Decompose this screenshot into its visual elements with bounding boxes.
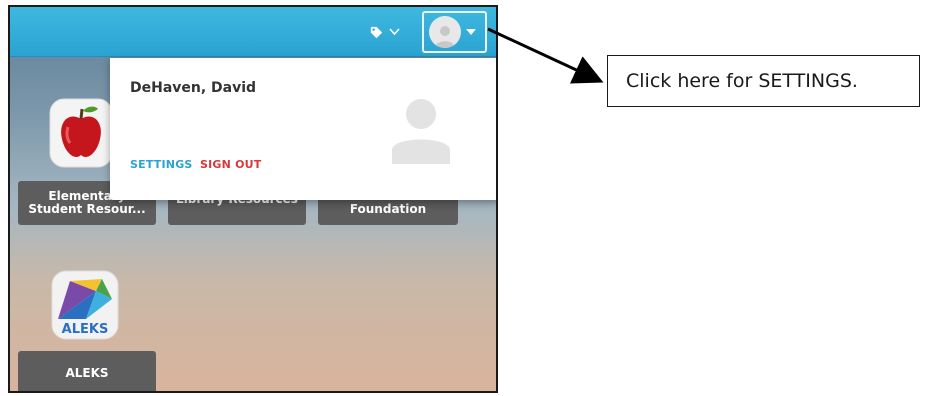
account-dropdown: DeHaven, David SETTINGS SIGN OUT xyxy=(110,58,496,200)
apple-app-icon[interactable] xyxy=(48,97,114,169)
user-avatar-icon xyxy=(429,16,461,48)
callout-box: Click here for SETTINGS. xyxy=(607,55,920,107)
settings-link[interactable]: SETTINGS xyxy=(130,158,193,171)
sign-out-link[interactable]: SIGN OUT xyxy=(200,158,261,171)
aleks-logo-text: ALEKS xyxy=(62,322,109,337)
caret-down-icon xyxy=(466,29,476,35)
tile-aleks[interactable]: ALEKS xyxy=(18,351,156,391)
aleks-app-icon[interactable]: ALEKS xyxy=(50,269,120,341)
tile-label: ALEKS xyxy=(65,365,109,380)
profile-placeholder-icon xyxy=(392,99,450,164)
callout-text: Click here for SETTINGS. xyxy=(626,70,858,92)
tile-label: Foundation xyxy=(349,201,427,216)
screenshot-frame: ALEKS Elementary Student Resour... Libra… xyxy=(8,5,498,393)
top-bar xyxy=(10,7,496,57)
tile-label-line2: Student Resour... xyxy=(28,202,146,216)
tag-filter-button[interactable] xyxy=(360,18,410,46)
chevron-down-icon xyxy=(389,28,400,36)
user-avatar-button[interactable] xyxy=(422,11,487,53)
user-name: DeHaven, David xyxy=(130,80,257,96)
tag-icon xyxy=(370,26,383,38)
